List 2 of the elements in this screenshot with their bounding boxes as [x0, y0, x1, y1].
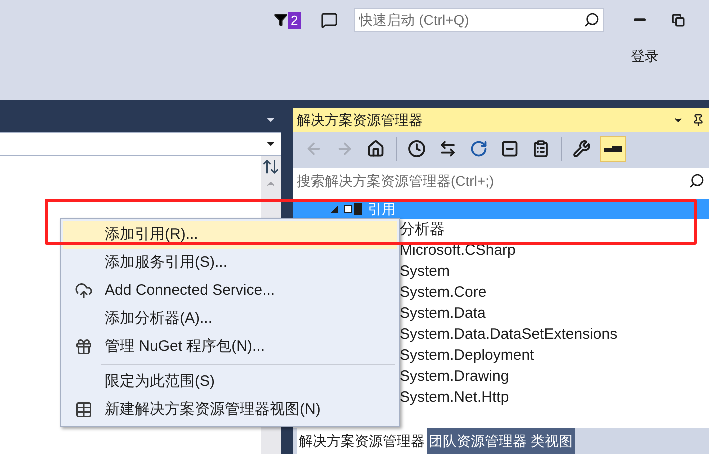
panel-title: 解决方案资源管理器	[297, 110, 424, 130]
notification-badge: 2	[288, 12, 302, 28]
